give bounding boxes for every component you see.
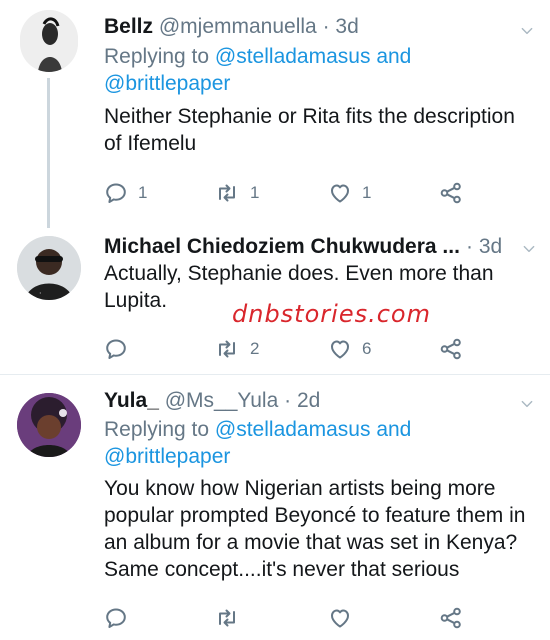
tweet-1[interactable]: Bellz @mjemmanuella · 3d Replying to @st… — [0, 0, 550, 230]
retweet-count: 1 — [250, 183, 260, 202]
share-button[interactable] — [439, 180, 463, 206]
retweet-button[interactable]: 2 — [214, 336, 259, 362]
share-icon — [439, 606, 463, 630]
retweet-icon — [214, 606, 240, 630]
reply-button[interactable] — [104, 605, 138, 631]
chevron-down-icon[interactable] — [522, 242, 536, 256]
watermark-text: dnbstories.com — [232, 300, 431, 328]
like-button[interactable]: 6 — [328, 336, 371, 362]
display-name[interactable]: Michael Chiedoziem Chukwudera ... — [104, 235, 460, 258]
timestamp[interactable]: 3d — [335, 15, 358, 38]
separator-dot: · — [322, 15, 330, 38]
mention-link[interactable]: @brittlepaper — [104, 72, 230, 95]
tweet-time-group: · 3d — [466, 234, 502, 260]
retweet-button[interactable]: 1 — [214, 180, 259, 206]
retweet-icon — [214, 337, 240, 361]
avatar[interactable] — [17, 393, 81, 457]
timestamp[interactable]: 2d — [297, 389, 320, 412]
separator-dot: · — [466, 235, 473, 258]
tweet-header: Bellz @mjemmanuella · 3d — [104, 14, 359, 40]
mention-link[interactable]: @stelladamasus — [215, 418, 371, 441]
like-count: 1 — [362, 183, 372, 202]
reply-icon — [104, 606, 128, 630]
like-count: 6 — [362, 339, 372, 358]
timestamp[interactable]: 3d — [479, 235, 502, 258]
svg-text:·: · — [39, 289, 42, 298]
chevron-down-icon[interactable] — [520, 397, 534, 411]
tweet-text: Neither Stephanie or Rita fits the descr… — [104, 105, 515, 155]
avatar[interactable]: · — [17, 236, 81, 300]
heart-icon — [328, 606, 352, 630]
replying-to-line: Replying to @stelladamasus and @brittlep… — [104, 43, 411, 97]
reply-icon — [104, 337, 128, 361]
like-button[interactable] — [328, 605, 362, 631]
share-button[interactable] — [439, 336, 463, 362]
display-name[interactable]: Yula_ — [104, 389, 159, 412]
reply-button[interactable] — [104, 336, 138, 362]
retweet-icon — [214, 181, 240, 205]
retweet-count: 2 — [250, 339, 260, 358]
tweet-3[interactable]: Yula_ @Ms__Yula · 2d Replying to @stella… — [0, 375, 550, 640]
tweet-actions: 1 1 1 — [104, 180, 484, 206]
replying-to-label: Replying to — [104, 45, 210, 68]
share-button[interactable] — [439, 605, 463, 631]
chevron-down-icon[interactable] — [520, 24, 534, 38]
tweet-header: Michael Chiedoziem Chukwudera ... — [104, 234, 460, 260]
tweet-text: You know how Nigerian artists being more… — [104, 477, 526, 581]
avatar[interactable] — [20, 10, 78, 72]
and-link[interactable]: and — [376, 418, 411, 441]
reply-count: 1 — [138, 183, 148, 202]
heart-icon — [328, 337, 352, 361]
replying-to-line: Replying to @stelladamasus and @brittlep… — [104, 416, 411, 470]
reply-button[interactable]: 1 — [104, 180, 147, 206]
tweet-actions: 2 6 — [104, 336, 484, 362]
share-icon — [439, 181, 463, 205]
display-name[interactable]: Bellz — [104, 15, 153, 38]
tweet-actions — [104, 605, 484, 631]
reply-icon — [104, 181, 128, 205]
mention-link[interactable]: @brittlepaper — [104, 445, 230, 468]
share-icon — [439, 337, 463, 361]
separator-dot: · — [284, 389, 292, 412]
tweet-header: Yula_ @Ms__Yula · 2d — [104, 388, 320, 414]
replying-to-label: Replying to — [104, 418, 210, 441]
retweet-button[interactable] — [214, 605, 250, 631]
and-link[interactable]: and — [376, 45, 411, 68]
user-handle[interactable]: @Ms__Yula — [165, 389, 279, 412]
like-button[interactable]: 1 — [328, 180, 371, 206]
user-handle[interactable]: @mjemmanuella — [159, 15, 317, 38]
mention-link[interactable]: @stelladamasus — [215, 45, 371, 68]
heart-icon — [328, 181, 352, 205]
